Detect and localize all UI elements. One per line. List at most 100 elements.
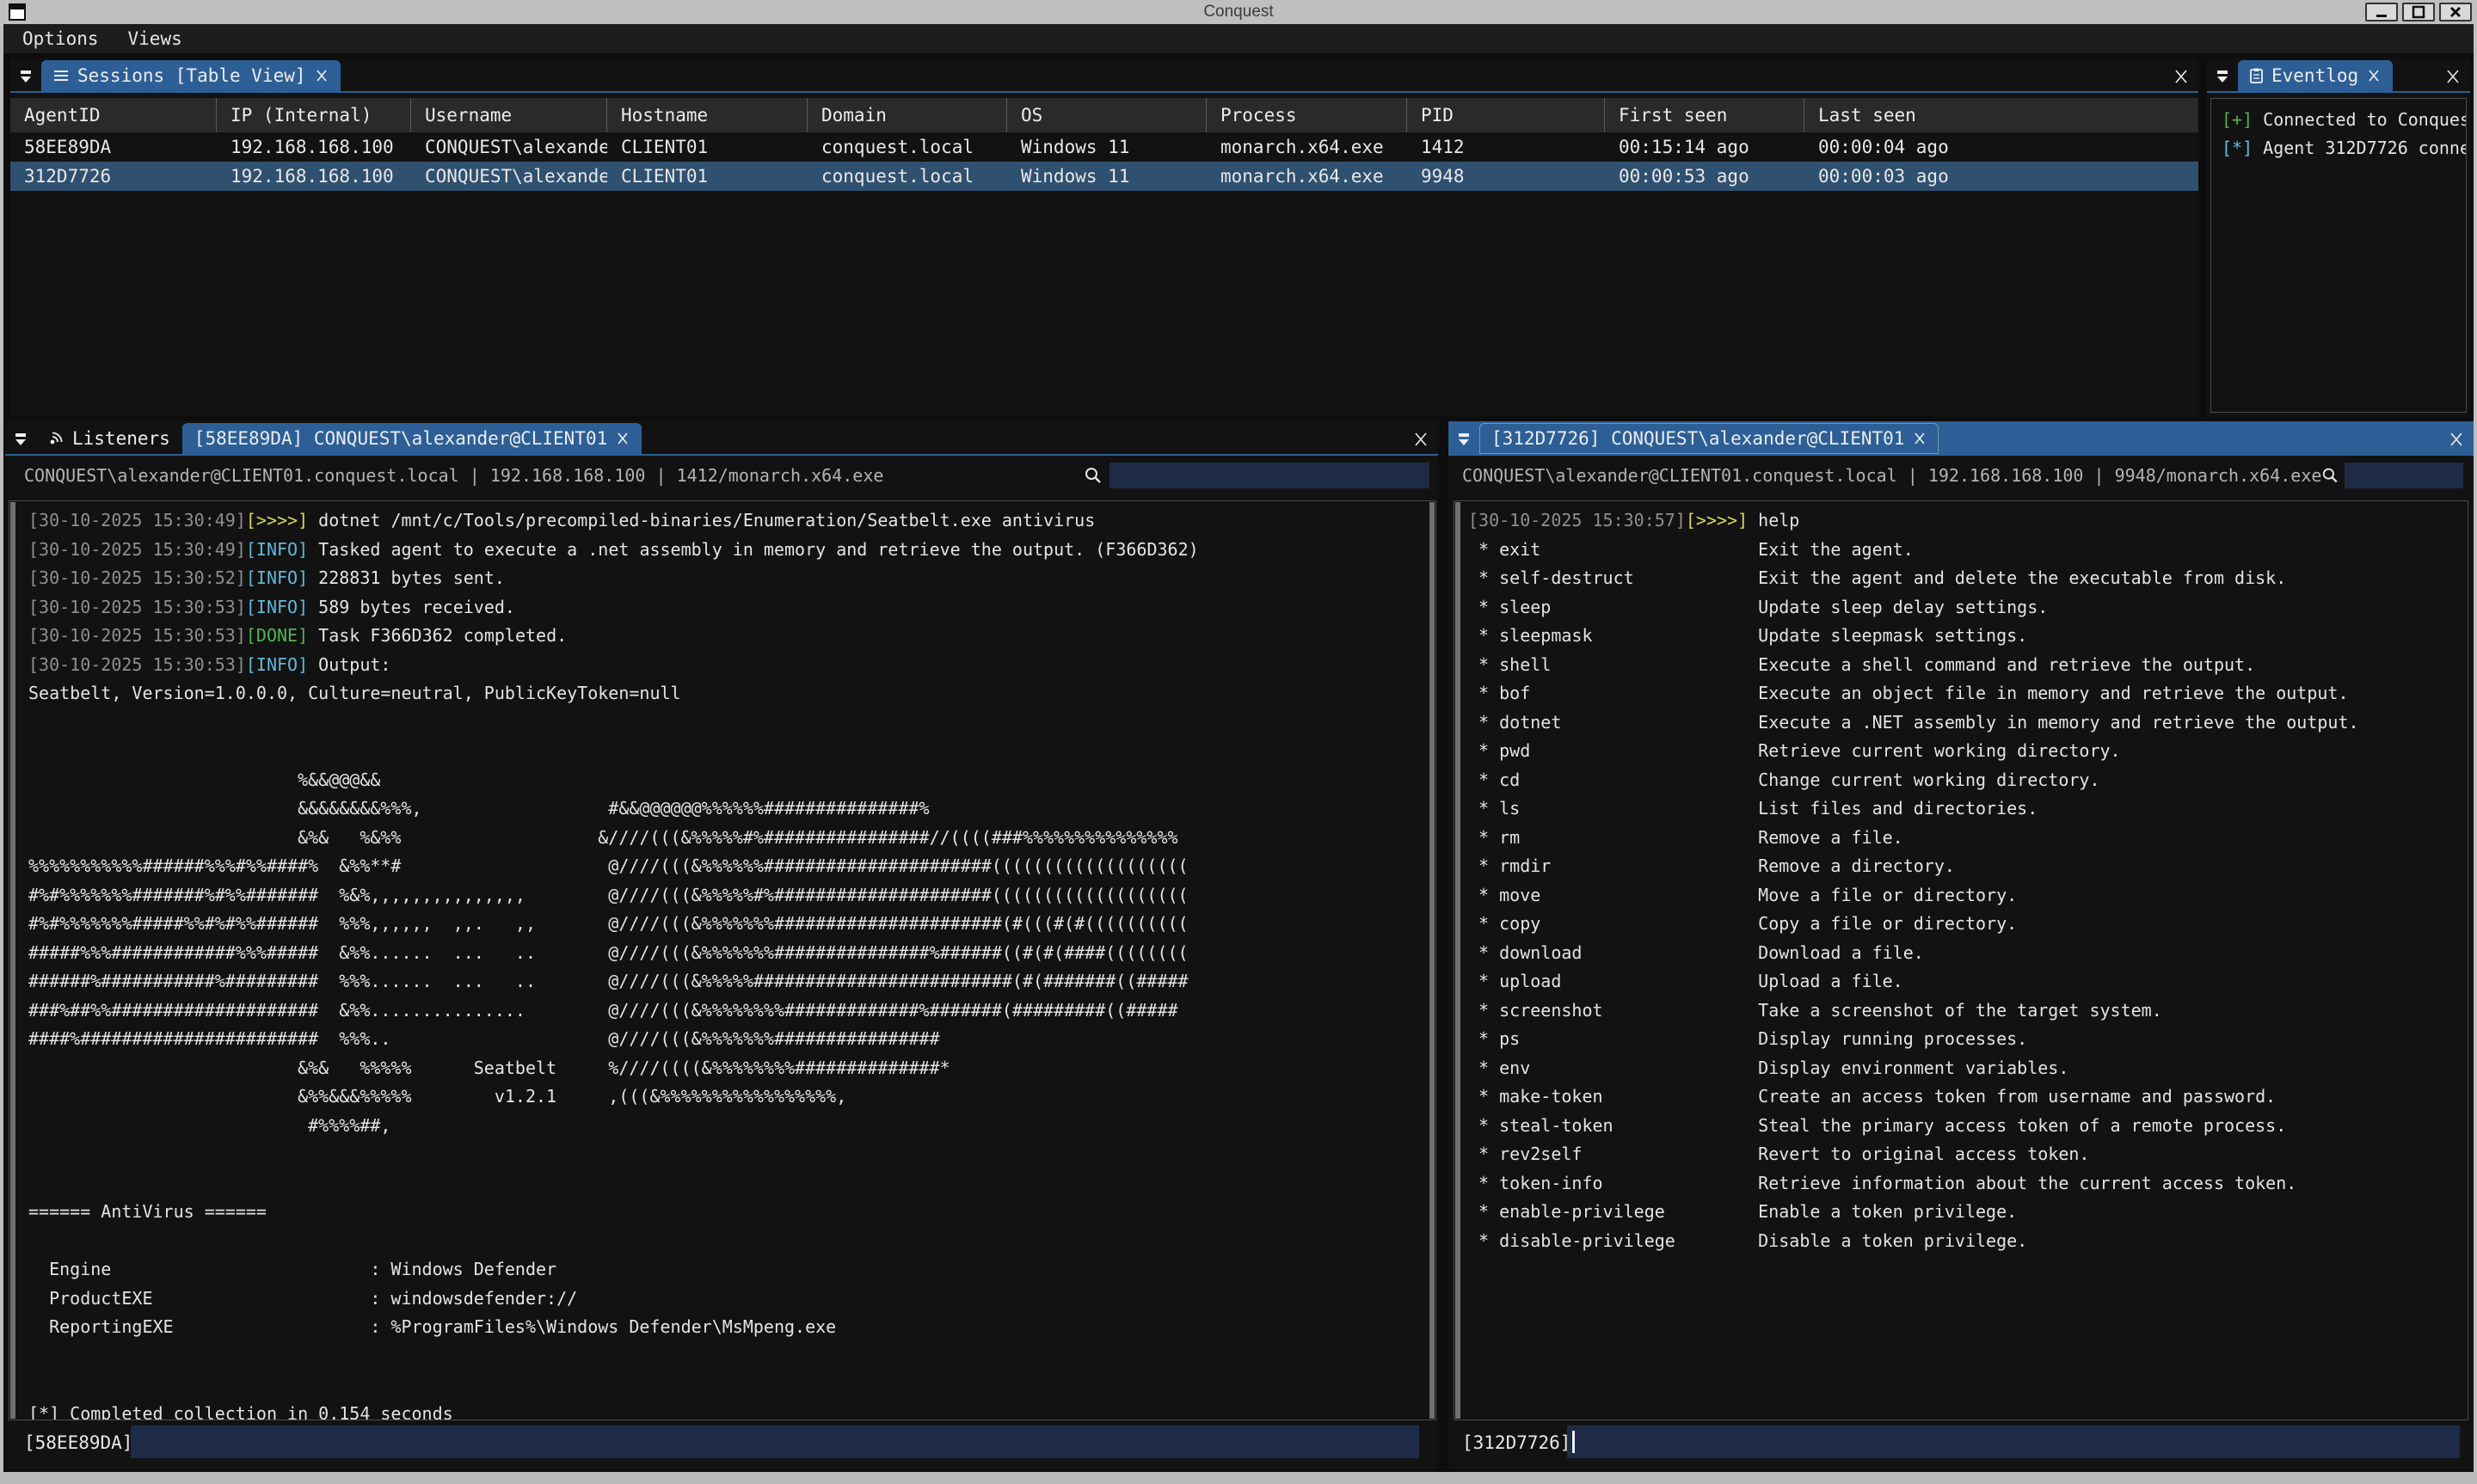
console-line: * steal-token Steal the primary access t…	[1468, 1112, 2359, 1141]
tab-listeners[interactable]: Listeners	[36, 423, 182, 454]
table-cell: CLIENT01	[607, 132, 808, 162]
eventlog-panel-close-icon[interactable]	[2436, 62, 2470, 91]
column-header[interactable]: Hostname	[607, 98, 808, 132]
console-line: &%& %&%% &////(((&%%%%%#%###############…	[28, 824, 1199, 853]
console-line	[28, 1140, 1199, 1169]
search-icon	[1084, 466, 1103, 485]
column-header[interactable]: IP (Internal)	[217, 98, 411, 132]
table-cell: 312D7726	[10, 162, 217, 191]
console-line	[28, 708, 1199, 738]
eventlog-panel: Eventlog [+] Connected to Conquest team …	[2207, 58, 2470, 416]
table-cell: 00:00:03 ago	[1804, 162, 2198, 191]
console-line: * enable-privilege Enable a token privil…	[1468, 1198, 2359, 1227]
column-header[interactable]: PID	[1407, 98, 1605, 132]
console-line: Engine : Windows Defender	[28, 1255, 1199, 1285]
console-line: [30-10-2025 15:30:49][INFO] Tasked agent…	[28, 536, 1199, 565]
console-line: * shell Execute a shell command and retr…	[1468, 651, 2359, 680]
minimize-button[interactable]	[2365, 3, 2398, 21]
right-console-close-icon[interactable]	[2439, 425, 2474, 454]
console-line: ProductEXE : windowsdefender://	[28, 1285, 1199, 1314]
listeners-icon	[48, 431, 64, 446]
prompt-label: [312D7726]	[1462, 1432, 1570, 1453]
sessions-panel-close-icon[interactable]	[2164, 62, 2198, 91]
console-output: [30-10-2025 15:30:57][>>>>] help * exit …	[1454, 500, 2468, 1420]
table-cell: 58EE89DA	[10, 132, 217, 162]
tab-close-icon[interactable]	[315, 69, 329, 83]
text-cursor	[1572, 1431, 1575, 1453]
sessions-panel: Sessions [Table View] AgentIDIP (Interna…	[10, 58, 2198, 416]
panel-dropdown-icon[interactable]	[5, 425, 36, 454]
console-line: &%& %%%%% Seatbelt %////((((&%%%%%%%%###…	[28, 1054, 1199, 1083]
console-line: * rev2self Revert to original access tok…	[1468, 1140, 2359, 1169]
scrollbar-left[interactable]	[1455, 502, 1460, 1419]
left-console-close-icon[interactable]	[1404, 425, 1438, 454]
console-line: * env Display environment variables.	[1468, 1054, 2359, 1083]
console-line: [30-10-2025 15:30:53][INFO] 589 bytes re…	[28, 593, 1199, 622]
maximize-button[interactable]	[2402, 3, 2435, 21]
table-cell: CONQUEST\alexander	[411, 162, 607, 191]
console-line: &&&&&&&&%%%, #&&@@@@@@%%%%%%############…	[28, 794, 1199, 824]
console-line: * upload Upload a file.	[1468, 967, 2359, 996]
close-button[interactable]	[2439, 3, 2472, 21]
console-line: * sleep Update sleep delay settings.	[1468, 593, 2359, 622]
sessions-panel-header: Sessions [Table View]	[10, 58, 2198, 93]
command-input[interactable]	[131, 1426, 1419, 1458]
tab-session-58EE89DA[interactable]: [58EE89DA] CONQUEST\alexander@CLIENT01	[182, 423, 642, 454]
scrollbar-left[interactable]	[10, 502, 15, 1419]
table-row[interactable]: 58EE89DA192.168.168.100CONQUEST\alexande…	[10, 132, 2198, 162]
console-line: * dotnet Execute a .NET assembly in memo…	[1468, 708, 2359, 738]
console-line: [30-10-2025 15:30:53][DONE] Task F366D36…	[28, 622, 1199, 651]
panel-dropdown-icon[interactable]	[1448, 425, 1479, 454]
tab-eventlog-label: Eventlog	[2271, 65, 2358, 86]
right-console-lines: [30-10-2025 15:30:57][>>>>] help * exit …	[1468, 506, 2359, 1255]
console-line: * download Download a file.	[1468, 939, 2359, 968]
tab-close-icon[interactable]	[616, 432, 630, 445]
console-line: [*] Completed collection in 0.154 second…	[28, 1400, 1199, 1421]
menu-options[interactable]: Options	[22, 28, 99, 49]
console-line: Seatbelt, Version=1.0.0.0, Culture=neutr…	[28, 679, 1199, 708]
scrollbar-right[interactable]	[1429, 502, 1435, 1419]
column-header[interactable]: OS	[1007, 98, 1207, 132]
table-cell: 00:00:53 ago	[1605, 162, 1804, 191]
tab-session-312D7726[interactable]: [312D7726] CONQUEST\alexander@CLIENT01	[1479, 423, 1939, 454]
close-icon	[2449, 5, 2462, 19]
table-cell: monarch.x64.exe	[1207, 132, 1407, 162]
table-row[interactable]: 312D7726192.168.168.100CONQUEST\alexande…	[10, 162, 2198, 191]
tab-eventlog[interactable]: Eventlog	[2238, 60, 2393, 91]
panel-dropdown-icon[interactable]	[10, 62, 41, 91]
console-line: * ps Display running processes.	[1468, 1025, 2359, 1054]
window-titlebar: Conquest	[0, 0, 2477, 24]
column-header[interactable]: Process	[1207, 98, 1407, 132]
panel-dropdown-icon[interactable]	[2207, 62, 2238, 91]
tab-sessions[interactable]: Sessions [Table View]	[41, 60, 341, 91]
window-frame-right	[2474, 24, 2477, 1472]
tab-close-icon[interactable]	[1913, 432, 1927, 445]
prompt-label: [58EE89DA]	[24, 1432, 132, 1453]
console-line: ReportingEXE : %ProgramFiles%\Windows De…	[28, 1313, 1199, 1342]
console-line: [30-10-2025 15:30:53][INFO] Output:	[28, 651, 1199, 680]
column-header[interactable]: Username	[411, 98, 607, 132]
eventlog-panel-header: Eventlog	[2207, 58, 2470, 93]
tab-listeners-label: Listeners	[72, 428, 170, 449]
search-input[interactable]	[1109, 463, 1429, 488]
console-line: #%#%%%%%%%#######%#%%####### %&%,,,,,,,,…	[28, 881, 1199, 911]
column-header[interactable]: AgentID	[10, 98, 217, 132]
console-line	[28, 1227, 1199, 1256]
console-line: #%#%%%%%%%#####%%#%#%%###### %%%,,,,,, ,…	[28, 910, 1199, 939]
console-line	[28, 1342, 1199, 1371]
column-header[interactable]: First seen	[1605, 98, 1804, 132]
column-header[interactable]: Domain	[808, 98, 1007, 132]
console-line	[28, 1169, 1199, 1199]
workspace: Sessions [Table View] AgentIDIP (Interna…	[3, 53, 2474, 1472]
console-line	[28, 737, 1199, 766]
menu-views[interactable]: Views	[128, 28, 182, 49]
command-input[interactable]	[1567, 1426, 2460, 1458]
left-console-panel: Listeners [58EE89DA] CONQUEST\alexander@…	[5, 421, 1438, 1469]
tab-close-icon[interactable]	[2367, 69, 2381, 83]
console-line	[28, 1371, 1199, 1400]
console-line: * exit Exit the agent.	[1468, 536, 2359, 565]
console-line: [30-10-2025 15:30:52][INFO] 228831 bytes…	[28, 564, 1199, 593]
column-header[interactable]: Last seen	[1804, 98, 2198, 132]
search-input[interactable]	[2345, 463, 2463, 488]
window-menu-icon[interactable]	[9, 3, 26, 21]
